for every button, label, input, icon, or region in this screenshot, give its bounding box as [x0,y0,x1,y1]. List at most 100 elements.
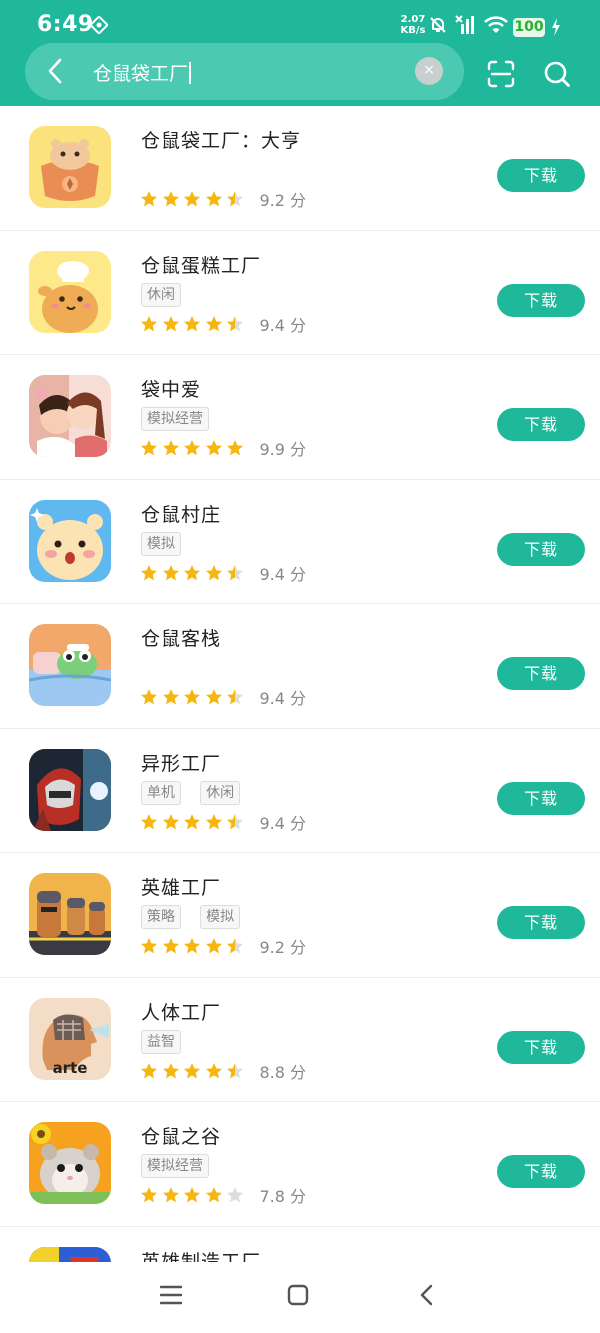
text-cursor [189,62,192,84]
clear-search-button[interactable]: × [415,57,443,85]
star-empty-icon [227,1187,243,1203]
download-button[interactable]: 下载 [497,283,585,317]
star-half-icon [227,1062,243,1078]
app-tags: 休闲 [141,282,195,307]
star-half-icon [227,191,243,207]
download-button[interactable]: 下载 [497,159,585,192]
app-row[interactable]: 仓鼠蛋糕工厂 休闲 9.4 分 下载 [0,231,600,355]
star-full-icon [184,1062,200,1078]
app-name[interactable]: 英雄工厂 [141,873,221,900]
hamster-sunflower-icon[interactable] [29,1122,111,1204]
download-button[interactable]: 下载 [497,781,585,815]
star-full-icon [162,1187,179,1203]
app-tag[interactable]: 模拟经营 [141,1154,209,1178]
star-half-icon [227,813,243,829]
download-button[interactable]: 下载 [497,1030,585,1064]
app-row[interactable]: 仓鼠村庄 模拟 9.4 分 下载 [0,480,600,604]
app-tag[interactable]: 模拟经营 [141,407,209,431]
hero-maker-icon[interactable] [29,1246,111,1262]
app-row[interactable]: arte 人体工厂 益智 8.8 分 下载 [0,978,600,1102]
app-tags: 益智 [141,1029,195,1054]
star-full-icon [141,938,157,954]
app-tag[interactable]: 益智 [141,1029,181,1054]
star-full-icon [141,564,157,580]
app-rating: 9.9 分 [140,437,306,459]
menu-icon[interactable] [160,1284,182,1306]
rating-stars [140,1062,248,1080]
star-full-icon [162,564,179,580]
app-name[interactable]: 仓鼠客栈 [141,624,221,651]
app-name[interactable]: 异形工厂 [141,749,221,776]
star-full-icon [141,440,157,456]
hamster-chef-icon[interactable] [29,250,111,333]
star-full-icon [184,191,200,207]
scan-icon[interactable] [487,60,515,88]
download-button[interactable]: 下载 [497,408,585,441]
search-input[interactable]: 仓鼠袋工厂 [93,59,192,86]
rating-stars [140,688,248,706]
status-bar: 6:49 2.07 KB/s 100 [0,0,600,44]
rating-stars [140,1186,248,1204]
charging-bolt-icon [552,18,560,36]
app-row[interactable]: 异形工厂 单机 休闲 9.4 分 下载 [0,729,600,853]
back-arrow-icon[interactable] [45,57,65,85]
star-full-icon [162,315,179,331]
notification-app-icon [90,16,108,34]
app-name[interactable]: 仓鼠袋工厂：大亨 [141,126,301,153]
app-name[interactable]: 袋中爱 [141,375,201,402]
app-row[interactable]: 英雄工厂 策略 模拟 9.2 分 下载 [0,853,600,978]
app-score: 9.9 分 [259,440,307,459]
couple-kiss-icon[interactable] [29,375,111,457]
status-time: 6:49 [37,12,94,37]
app-row[interactable]: 袋中爱 模拟经营 9.9 分 下载 [0,355,600,480]
hamster-face-icon[interactable] [29,499,111,582]
rating-stars [140,564,248,582]
app-row[interactable]: 仓鼠之谷 模拟经营 7.8 分 下载 [0,1102,600,1227]
app-name[interactable]: 英雄制造工厂 [141,1247,261,1263]
star-full-icon [184,315,200,331]
frog-in-bed-icon[interactable] [29,624,111,706]
app-score: 9.2 分 [259,191,307,210]
hero-soldiers-icon[interactable] [29,873,111,955]
app-score: 9.4 分 [259,689,307,708]
hamster-bag-icon[interactable] [29,126,111,208]
app-row[interactable]: 仓鼠袋工厂：大亨 9.2 分 下载 [0,106,600,231]
app-tag[interactable]: 休闲 [200,780,241,805]
star-full-icon [141,1062,157,1078]
app-tag[interactable]: 休闲 [141,282,181,307]
star-full-icon [184,813,200,829]
star-full-icon [205,938,222,954]
app-name[interactable]: 人体工厂 [141,998,221,1025]
search-results-list[interactable]: 仓鼠袋工厂：大亨 9.2 分 下载 仓鼠蛋糕工厂 休闲 9.4 分 下载 袋中爱… [0,106,600,1262]
top-bar: 6:49 2.07 KB/s 100 仓鼠袋工厂 × [0,0,600,106]
app-rating: 9.4 分 [140,562,306,584]
star-half-icon [227,938,243,954]
download-button[interactable]: 下载 [497,906,585,939]
app-tag[interactable]: 模拟 [200,905,241,929]
app-row[interactable]: 英雄制造工厂 [0,1227,600,1263]
app-tags: 模拟经营 [141,1154,223,1178]
search-bar[interactable] [25,43,464,100]
star-full-icon [141,315,157,331]
search-icon[interactable] [543,60,571,88]
app-name[interactable]: 仓鼠之谷 [141,1122,221,1149]
robot-helmet-icon[interactable] [29,748,111,831]
home-square-icon[interactable] [287,1284,309,1306]
battery-indicator: 100 [513,18,545,37]
human-head-arte-icon[interactable]: arte [29,997,111,1080]
app-tag[interactable]: 模拟 [141,531,181,556]
app-name[interactable]: 仓鼠蛋糕工厂 [141,251,261,278]
system-nav-bar [0,1262,600,1333]
download-button[interactable]: 下载 [497,657,585,690]
download-button[interactable]: 下载 [497,1155,585,1188]
app-score: 8.8 分 [259,1062,307,1082]
app-name[interactable]: 仓鼠村庄 [141,500,221,527]
app-row[interactable]: 仓鼠客栈 9.4 分 下载 [0,604,600,729]
app-tag[interactable]: 策略 [141,905,181,929]
star-full-icon [205,1062,222,1078]
star-full-icon [141,191,157,207]
back-icon[interactable] [416,1284,438,1306]
rating-stars [140,315,248,333]
app-tag[interactable]: 单机 [141,780,181,805]
download-button[interactable]: 下载 [497,532,585,566]
